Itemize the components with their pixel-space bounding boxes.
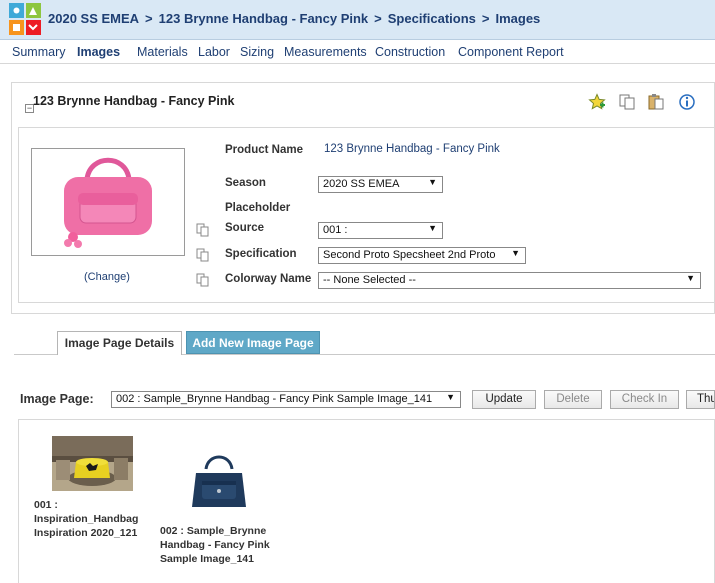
chevron-down-icon: ▼ <box>428 223 437 233</box>
product-title: 123 Brynne Handbag - Fancy Pink <box>33 94 235 108</box>
delete-button[interactable]: Delete <box>544 390 602 409</box>
caption-line: Sample Image_141 <box>160 553 254 565</box>
menu-item-construction[interactable]: Construction <box>375 45 445 59</box>
section-menu: Summary Images Materials Labor Sizing Me… <box>0 42 715 64</box>
breadcrumb-separator: > <box>145 11 153 26</box>
menu-item-summary[interactable]: Summary <box>12 45 65 59</box>
image-page-select-value: 002 : Sample_Brynne Handbag - Fancy Pink… <box>116 393 433 405</box>
product-name-label: Product Name <box>225 144 303 156</box>
breadcrumb-separator: > <box>481 11 490 26</box>
menu-item-measurements[interactable]: Measurements <box>284 45 367 59</box>
caption-line: 001 : <box>34 499 58 511</box>
chevron-down-icon: ▼ <box>446 392 455 402</box>
colorway-label: Colorway Name <box>225 273 312 285</box>
favorite-star-icon[interactable] <box>588 93 606 111</box>
copy-colorway-icon[interactable] <box>196 273 210 287</box>
copy-icon[interactable] <box>618 93 636 111</box>
menu-item-sizing[interactable]: Sizing <box>240 45 274 59</box>
change-image-link[interactable]: (Change) <box>84 271 130 283</box>
source-select[interactable]: 001 : ▼ <box>318 222 443 239</box>
breadcrumb-product[interactable]: 123 Brynne Handbag - Fancy Pink <box>159 11 369 26</box>
product-name-value[interactable]: 123 Brynne Handbag - Fancy Pink <box>324 143 500 155</box>
colorway-select-value: -- None Selected -- <box>323 274 416 286</box>
caption-line: Inspiration_Handbag <box>34 513 139 525</box>
check-in-button[interactable]: Check In <box>610 390 679 409</box>
breadcrumb-specifications[interactable]: Specifications <box>388 11 476 26</box>
app-logo-icon[interactable] <box>9 3 41 35</box>
placeholder-label: Placeholder <box>225 202 291 214</box>
source-select-value: 001 : <box>323 224 348 236</box>
caption-line: Inspiration 2020_121 <box>34 527 138 539</box>
source-label: Source <box>225 222 264 234</box>
tab-add-new-image-page[interactable]: Add New Image Page <box>186 331 320 354</box>
gallery-caption-1: 001 : Inspiration_Handbag Inspiration 20… <box>34 498 138 540</box>
caption-line: 002 : Sample_Brynne <box>160 525 267 537</box>
breadcrumb-images[interactable]: Images <box>495 11 540 26</box>
copy-specification-icon[interactable] <box>196 248 210 262</box>
menu-item-images[interactable]: Images <box>77 45 120 59</box>
image-page-select[interactable]: 002 : Sample_Brynne Handbag - Fancy Pink… <box>111 391 461 408</box>
season-select-value: 2020 SS EMEA <box>323 178 400 190</box>
specification-select-value: Second Proto Specsheet 2nd Proto <box>323 249 496 261</box>
menu-item-materials[interactable]: Materials <box>137 45 188 59</box>
paste-icon[interactable] <box>647 93 665 111</box>
season-label: Season <box>225 177 266 189</box>
update-button[interactable]: Update <box>472 390 536 409</box>
chevron-down-icon: ▼ <box>428 177 437 187</box>
colorway-select[interactable]: -- None Selected -- ▼ <box>318 272 701 289</box>
thumbnail-button[interactable]: Thu <box>686 390 715 409</box>
copy-source-icon[interactable] <box>196 223 210 237</box>
image-page-label: Image Page: <box>20 392 94 406</box>
pink-handbag-image <box>64 157 152 248</box>
gallery-item-sample-image[interactable] <box>188 451 250 516</box>
menu-item-labor[interactable]: Labor <box>198 45 230 59</box>
season-select[interactable]: 2020 SS EMEA ▼ <box>318 176 443 193</box>
chevron-down-icon: ▼ <box>511 248 520 258</box>
info-icon[interactable] <box>678 93 696 111</box>
caption-line: Handbag - Fancy Pink <box>160 539 270 551</box>
breadcrumb-season[interactable]: 2020 SS EMEA <box>48 11 139 26</box>
specification-select[interactable]: Second Proto Specsheet 2nd Proto ▼ <box>318 247 526 264</box>
header-bar: 2020 SS EMEA >123 Brynne Handbag - Fancy … <box>0 0 715 40</box>
tab-image-page-details[interactable]: Image Page Details <box>57 331 182 355</box>
breadcrumb: 2020 SS EMEA >123 Brynne Handbag - Fancy … <box>48 11 540 26</box>
breadcrumb-separator: > <box>374 11 382 26</box>
menu-item-component-report[interactable]: Component Report <box>458 45 564 59</box>
product-thumbnail <box>31 148 185 256</box>
specification-label: Specification <box>225 248 297 260</box>
gallery-caption-2: 002 : Sample_Brynne Handbag - Fancy Pink… <box>160 524 270 566</box>
gallery-item-inspiration-image[interactable] <box>52 436 133 494</box>
chevron-down-icon: ▼ <box>686 273 695 283</box>
